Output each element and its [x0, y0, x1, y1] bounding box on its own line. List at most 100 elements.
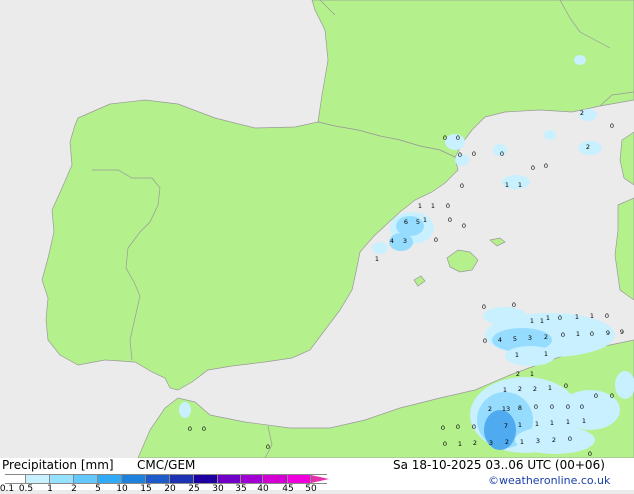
legend-tick-label: 50: [305, 484, 317, 494]
map-value-label: 1: [423, 216, 427, 224]
map-value-label: 0: [550, 403, 554, 411]
map-value-label: 0: [483, 337, 487, 345]
map-value-label: 1: [518, 181, 522, 189]
legend-swatch: [98, 475, 122, 483]
map-value-label: 2: [516, 370, 520, 378]
map-value-label: 1: [544, 350, 548, 358]
legend-tick-label: 40: [257, 484, 269, 494]
legend-tick-label: 5: [95, 484, 101, 494]
map-value-label: 0: [202, 425, 206, 433]
forecast-datetime: Sa 18-10-2025 03..06 UTC (00+06): [393, 458, 605, 472]
map-value-label: 9: [620, 328, 624, 336]
legend-swatch: [26, 475, 50, 483]
map-value-label: 0: [590, 330, 594, 338]
map-value-label: 9: [606, 329, 610, 337]
map-value-label: 2: [473, 439, 477, 447]
map-value-label: 3: [403, 237, 407, 245]
map-value-label: 0: [443, 134, 447, 142]
map-value-label: 1: [418, 202, 422, 210]
map-value-label: 1: [540, 317, 544, 325]
legend-tick-label: 20: [164, 484, 176, 494]
map-value-label: 0: [580, 403, 584, 411]
map-value-label: 0: [588, 450, 592, 458]
map-value-label: 5: [416, 218, 420, 226]
legend-swatch: [263, 475, 288, 483]
map-value-label: 1: [548, 384, 552, 392]
legend-tick-label: 35: [235, 484, 247, 494]
legend-swatch: [146, 475, 170, 483]
map-value-label: 2: [586, 143, 590, 151]
map-value-label: 0: [443, 440, 447, 448]
legend-tick-label: 0.1: [0, 484, 15, 494]
map-value-label: 0: [500, 150, 504, 158]
map-value-label: 3: [536, 437, 540, 445]
map-value-label: 0: [460, 182, 464, 190]
map-value-label: 0: [610, 122, 614, 130]
legend-tick-label: 1: [47, 484, 53, 494]
map-value-label: 0: [558, 314, 562, 322]
map-value-label: 4: [498, 336, 502, 344]
map-value-label: 3: [489, 439, 493, 447]
map-value-label: 2: [580, 109, 584, 117]
legend-swatch: [170, 475, 194, 483]
legend-tick-label: 45: [282, 484, 294, 494]
map-value-label: 6: [404, 218, 408, 226]
map-value-label: 1: [518, 421, 522, 429]
map-value-label: 0: [531, 164, 535, 172]
map-value-label: 0: [456, 134, 460, 142]
legend-tick-label: 30: [212, 484, 224, 494]
map-value-label: 13: [502, 405, 510, 413]
map-value-label: 2: [518, 385, 522, 393]
map-value-label: 0: [512, 301, 516, 309]
map-value-label: 2: [552, 436, 556, 444]
map-value-label: 1: [546, 314, 550, 322]
map-value-label: 2: [488, 405, 492, 413]
map-value-label: 1: [535, 420, 539, 428]
model-name: CMC/GEM: [137, 458, 196, 472]
map-value-label: 1: [550, 419, 554, 427]
map-value-label: 0: [566, 403, 570, 411]
map-value-label: 0: [458, 151, 462, 159]
map-value-label: 0: [534, 403, 538, 411]
map-value-label: 1: [375, 255, 379, 263]
map-value-label: 1: [458, 440, 462, 448]
map-value-label: 0: [462, 222, 466, 230]
credit-link[interactable]: ©weatheronline.co.uk: [488, 474, 610, 487]
map-value-label: 1: [575, 313, 579, 321]
map-value-label: 2: [533, 385, 537, 393]
map-value-label: 1: [576, 330, 580, 338]
map-value-label: 1: [590, 312, 594, 320]
map-value-label: 0: [568, 435, 572, 443]
map-value-label: 0: [594, 392, 598, 400]
map-value-label: 1: [515, 351, 519, 359]
legend-swatch: [50, 475, 74, 483]
map-value-label: 1: [566, 418, 570, 426]
map-value-label: 1: [520, 438, 524, 446]
map-value-label: 7: [504, 422, 508, 430]
legend-swatch: [122, 475, 146, 483]
map-value-label: 2: [544, 333, 548, 341]
legend-color-bar: [5, 474, 329, 484]
legend-swatch: [5, 475, 26, 483]
legend-swatch: [288, 475, 311, 483]
map-value-label: 1: [582, 417, 586, 425]
legend-tick-label: 0.5: [18, 484, 34, 494]
map-value-label: 0: [605, 312, 609, 320]
chart-title: Precipitation [mm]: [2, 458, 114, 472]
map-value-label: 1: [503, 386, 507, 394]
map-value-label: 1: [530, 317, 534, 325]
map-value-label: 0: [434, 236, 438, 244]
map-value-label: 0: [441, 424, 445, 432]
map-value-label: 0: [456, 423, 460, 431]
map-value-label: 1: [530, 370, 534, 378]
map-value-label: 0: [188, 425, 192, 433]
legend-tick-label: 25: [188, 484, 200, 494]
legend-swatch: [194, 475, 218, 483]
legend-swatch: [241, 475, 263, 483]
map-value-label: 0: [448, 216, 452, 224]
map-value-label: 0: [544, 162, 548, 170]
map-value-label: 8: [518, 404, 522, 412]
map-value-label: 0: [561, 331, 565, 339]
map-value-label: 0: [266, 443, 270, 451]
legend-swatch: [74, 475, 98, 483]
